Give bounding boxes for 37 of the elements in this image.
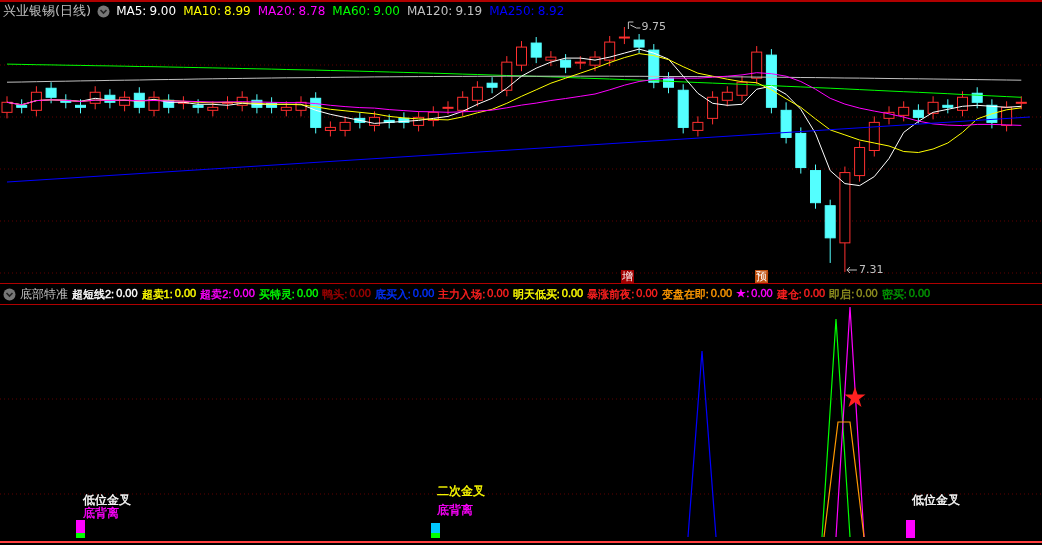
signal-text: 二次金叉: [437, 485, 485, 498]
star-icon: [844, 387, 866, 407]
low-price-label: 7.31: [858, 263, 884, 276]
leader-line: [846, 266, 858, 274]
indicator-legend-item: ★: 0.00: [736, 286, 773, 301]
signal-text: 底背离: [437, 504, 473, 517]
signal-label: 增: [621, 270, 634, 283]
dropdown-icon[interactable]: [3, 287, 16, 301]
signal-label: 预: [755, 270, 768, 283]
indicator-legend-item: 主力入场: 0.00: [438, 286, 509, 302]
indicator-legend-item: 鸭头: 0.00: [322, 286, 371, 302]
indicator-legend-item: 变盘在即: 0.00: [661, 286, 733, 302]
signal-bar: [906, 520, 915, 538]
indicator-legend-item: 明天低买: 0.00: [512, 286, 584, 302]
ma-legend-item: MA250: 8.92: [489, 4, 565, 18]
ma-legend-item: MA120: 9.19: [406, 4, 483, 18]
indicator-legend-item: 暴涨前夜: 0.00: [587, 286, 658, 302]
indicator-legend-item: 超卖2: 0.00: [200, 286, 255, 302]
indicator-legend-item: 建仓: 0.00: [776, 286, 826, 302]
leader-line: [627, 21, 641, 30]
indicator-legend-item: 底买入: 0.00: [374, 286, 435, 302]
dropdown-icon[interactable]: [97, 4, 111, 18]
indicator-legend-item: 超卖1: 0.00: [141, 286, 197, 302]
ma-legend-item: MA5: 9.00: [116, 4, 177, 18]
high-price-label: 9.75: [641, 20, 666, 33]
stock-title: 兴业银锡(日线): [3, 2, 92, 20]
indicator-legend-item: 买特灵: 0.00: [258, 286, 319, 302]
indicator-title: 底部特准: [20, 285, 68, 303]
ma-legend-item: MA60: 9.00: [332, 4, 400, 18]
signal-text: 低位金叉: [912, 494, 960, 507]
ma-legend-item: MA20: 8.78: [257, 4, 326, 18]
indicator-legend-item: 超短线2: 0.00: [72, 286, 138, 302]
indicator-legend-item: 密买: 0.00: [881, 286, 931, 302]
indicator-legend-item: 即启: 0.00: [829, 286, 878, 302]
signal-text: 底背离: [83, 507, 119, 520]
signal-text: 低位金叉: [83, 494, 131, 507]
ma-legend-item: MA10: 8.99: [183, 4, 251, 18]
